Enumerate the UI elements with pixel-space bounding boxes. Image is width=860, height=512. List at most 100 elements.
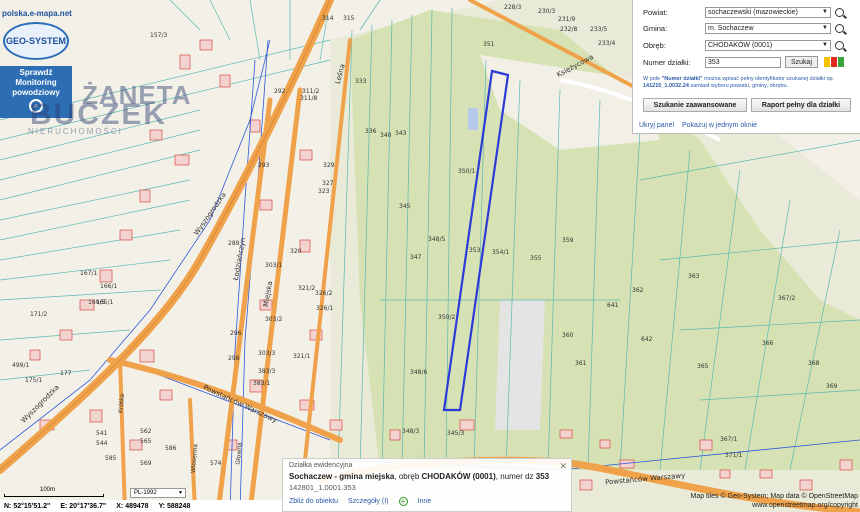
parcel-number-input[interactable]: 353 (705, 56, 781, 68)
parcel-label: 348/6 (410, 369, 428, 376)
parcel-label: 360 (562, 332, 574, 339)
parcel-label: 166/1 (100, 283, 118, 290)
attribution-link[interactable]: www.openstreetmap.org/copyright (691, 501, 858, 510)
parcel-label: 343 (395, 130, 407, 137)
parcel-label: 574 (210, 460, 222, 467)
parcel-label: 169/5 (88, 299, 106, 306)
parcel-label: 366 (762, 340, 774, 347)
parcel-label: 296 (230, 330, 242, 337)
parcel-label: 354/1 (492, 249, 510, 256)
parcel-label: 367/1 (720, 436, 738, 443)
legend-yellow (824, 57, 831, 67)
parcel-label: 350/1 (458, 168, 476, 175)
gmina-row: Gmina: m. Sochaczew ▼ (643, 22, 844, 34)
obreb-row: Obręb: CHODAKÓW (0001) ▼ (643, 39, 844, 51)
parcel-label: 233/4 (598, 40, 616, 47)
parcel-label: 233/5 (590, 26, 608, 33)
projection-value: PL-1992 (134, 490, 157, 496)
attribution-line: Map tiles © Geo-System; Map data © OpenS… (690, 493, 859, 500)
legend-green (838, 57, 845, 67)
parcel-label: 157/3 (150, 32, 168, 39)
parcel-label: 177 (60, 370, 72, 377)
plus-icon[interactable]: + (398, 497, 408, 506)
scale-label: 100m (40, 487, 56, 493)
coordinates-bar: N: 52°15'51.2" E: 20°17'36.7" X: 489478 … (0, 500, 282, 512)
search-icon[interactable] (835, 23, 844, 33)
info-main: Sochaczew - gmina miejska, obręb CHODAKÓ… (289, 472, 565, 481)
obreb-select[interactable]: CHODAKÓW (0001) ▼ (705, 39, 831, 51)
parcel-label: 303/1 (265, 262, 283, 269)
parcel-label: 230/3 (538, 8, 556, 15)
hide-panel-link[interactable]: Ukryj panel (639, 122, 674, 129)
projection-select[interactable]: PL-1992 ▼ (130, 488, 186, 498)
watermark-sub: NIERUCHOMOŚCI (28, 127, 123, 136)
geo-system-logo[interactable]: GEO-SYSTEM (3, 22, 69, 60)
close-icon[interactable]: ✕ (559, 461, 567, 472)
latitude: N: 52°15'51.2" (4, 502, 51, 510)
panel-links: Ukryj panel Pokazuj w jednym oknie (639, 122, 763, 129)
parcel-label: 340 (380, 132, 392, 139)
parcel-label: 327 (322, 180, 334, 187)
search-icon[interactable] (835, 40, 844, 50)
flood-line: Sprawdź (19, 68, 53, 77)
scale-line (4, 494, 104, 497)
parcel-label: 303/3 (258, 350, 276, 357)
advanced-search-button[interactable]: Szukanie zaawansowane (643, 98, 747, 112)
hint-text: W pole (643, 76, 661, 82)
info-links: Zbliż do obiektu Szczegóły (I) + Inne (289, 497, 565, 506)
parcel-label: 365 (697, 363, 709, 370)
details-link[interactable]: Szczegóły (I) (348, 498, 388, 505)
parcel-label: 333 (355, 78, 367, 85)
parcel-label: 336 (365, 128, 377, 135)
numer-row: Numer działki: 353 Szukaj (643, 56, 845, 68)
parcel-label: 311/2 (302, 88, 320, 95)
parcel-label: 348/3 (402, 428, 420, 435)
other-link[interactable]: Inne (418, 498, 432, 505)
full-report-button[interactable]: Raport pełny dla działki (751, 98, 851, 112)
hint-field: "Numer działki" (661, 76, 703, 82)
longitude: E: 20°17'36.7" (60, 502, 107, 510)
numer-label: Numer działki: (643, 57, 691, 67)
parcel-label: 323 (318, 188, 330, 195)
parcel-label: 345 (399, 203, 411, 210)
parcel-label: 362 (632, 287, 644, 294)
parcel-label: 311/8 (300, 95, 318, 102)
gmina-value: m. Sochaczew (708, 24, 754, 32)
parcel-label: 642 (641, 336, 653, 343)
powiat-value: sochaczewski (mazowieckie) (708, 8, 798, 16)
hint-example: 141215_1.0032.24 (643, 83, 689, 89)
chevron-down-icon: ▼ (178, 490, 183, 496)
parcel-label: 369 (826, 383, 838, 390)
chevron-down-icon: ▼ (822, 9, 828, 15)
parcel-label: 326/2 (315, 290, 333, 297)
parcel-label: 355 (530, 255, 542, 262)
parcel-label: 315 (343, 15, 355, 22)
parcel-label: 321/1 (293, 353, 311, 360)
parcel-label: 326/1 (316, 305, 334, 312)
search-button[interactable]: Szukaj (785, 56, 819, 68)
parcel-label: 175/1 (25, 377, 43, 384)
parcel-label: 371/1 (725, 452, 743, 459)
search-icon[interactable] (835, 7, 844, 17)
chevron-down-icon: ▼ (822, 25, 828, 31)
parcel-label: 569 (140, 460, 152, 467)
parcel-label: 231/9 (558, 16, 576, 23)
parcel-label: 348/5 (428, 236, 446, 243)
parcel-label: 367/2 (778, 295, 796, 302)
powiat-select[interactable]: sochaczewski (mazowieckie) ▼ (705, 6, 831, 18)
parcel-label: 228/3 (504, 4, 522, 11)
attribution: Map tiles © Geo-System; Map data © OpenS… (691, 492, 859, 510)
powiat-row: Powiat: sochaczewski (mazowieckie) ▼ (643, 6, 844, 18)
parcel-label: 298 (228, 355, 240, 362)
parcel-label: 353 (469, 247, 481, 254)
info-parcel-id: 142801_1.0001.353 (289, 483, 356, 492)
zoom-to-object-link[interactable]: Zbliż do obiektu (289, 498, 338, 505)
site-name[interactable]: polska.e-mapa.net (2, 9, 72, 18)
parcel-label: 585 (105, 455, 117, 462)
parcel-label: 345/3 (447, 430, 465, 437)
single-window-link[interactable]: Pokazuj w jednym oknie (682, 122, 757, 129)
gmina-label: Gmina: (643, 23, 668, 33)
powiat-label: Powiat: (643, 7, 668, 17)
gmina-select[interactable]: m. Sochaczew ▼ (705, 22, 831, 34)
coord-x: X: 489478 (116, 502, 149, 510)
